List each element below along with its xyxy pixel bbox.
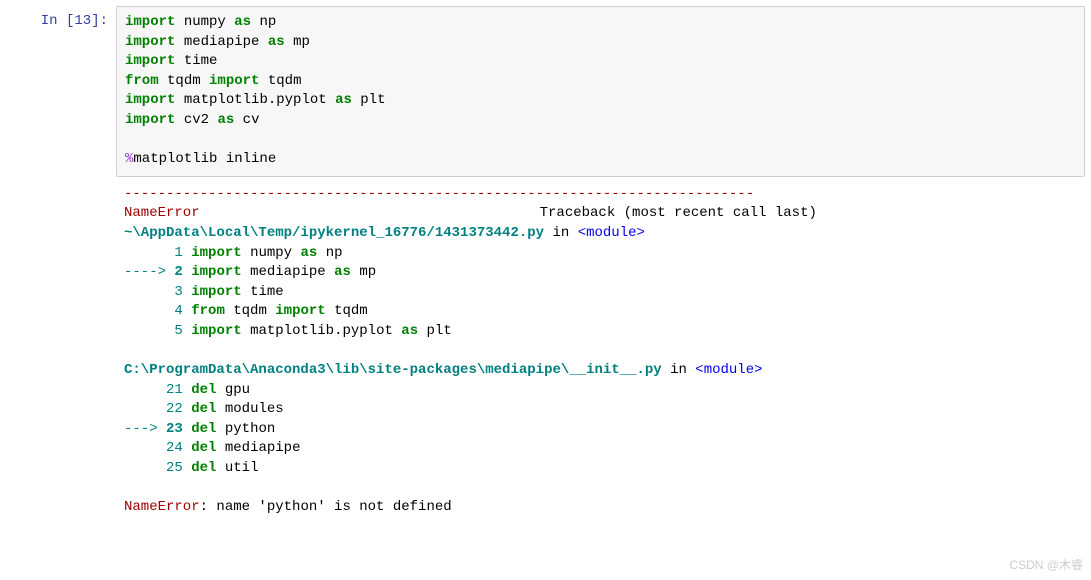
code-input[interactable]: import numpy as np import mediapipe as m… bbox=[116, 6, 1085, 177]
error-file-1: ~\AppData\Local\Temp/ipykernel_16776/143… bbox=[124, 224, 1085, 244]
output-prompt bbox=[6, 177, 116, 183]
tb-line: 4 from tqdm import tqdm bbox=[124, 302, 1085, 322]
input-prompt: In [13]: bbox=[6, 6, 116, 32]
error-separator: ----------------------------------------… bbox=[124, 185, 1085, 205]
tb-line: 22 del modules bbox=[124, 400, 1085, 420]
tb-line-arrow: ----> 2 import mediapipe as mp bbox=[124, 263, 1085, 283]
tb-blank bbox=[124, 342, 1085, 362]
code-line-1: import numpy as np bbox=[125, 13, 1076, 33]
input-cell: In [13]: import numpy as np import media… bbox=[6, 6, 1085, 177]
tb-line: 25 del util bbox=[124, 459, 1085, 479]
code-line-magic: %matplotlib inline bbox=[125, 150, 1076, 170]
error-output: ----------------------------------------… bbox=[116, 177, 1085, 526]
tb-line: 3 import time bbox=[124, 283, 1085, 303]
tb-line-arrow: ---> 23 del python bbox=[124, 420, 1085, 440]
watermark: CSDN @木睿 bbox=[1009, 557, 1083, 574]
code-line-6: import cv2 as cv bbox=[125, 111, 1076, 131]
code-line-blank bbox=[125, 131, 1076, 151]
error-header: NameErrorTraceback (most recent call las… bbox=[124, 204, 1085, 224]
error-final: NameError: name 'python' is not defined bbox=[124, 498, 1085, 518]
error-file-2: C:\ProgramData\Anaconda3\lib\site-packag… bbox=[124, 361, 1085, 381]
code-line-5: import matplotlib.pyplot as plt bbox=[125, 91, 1076, 111]
tb-line: 24 del mediapipe bbox=[124, 439, 1085, 459]
tb-line: 1 import numpy as np bbox=[124, 244, 1085, 264]
code-line-2: import mediapipe as mp bbox=[125, 33, 1076, 53]
tb-line: 5 import matplotlib.pyplot as plt bbox=[124, 322, 1085, 342]
tb-line: 21 del gpu bbox=[124, 381, 1085, 401]
code-line-4: from tqdm import tqdm bbox=[125, 72, 1076, 92]
tb-blank bbox=[124, 479, 1085, 499]
output-cell: ----------------------------------------… bbox=[6, 177, 1085, 526]
code-line-3: import time bbox=[125, 52, 1076, 72]
